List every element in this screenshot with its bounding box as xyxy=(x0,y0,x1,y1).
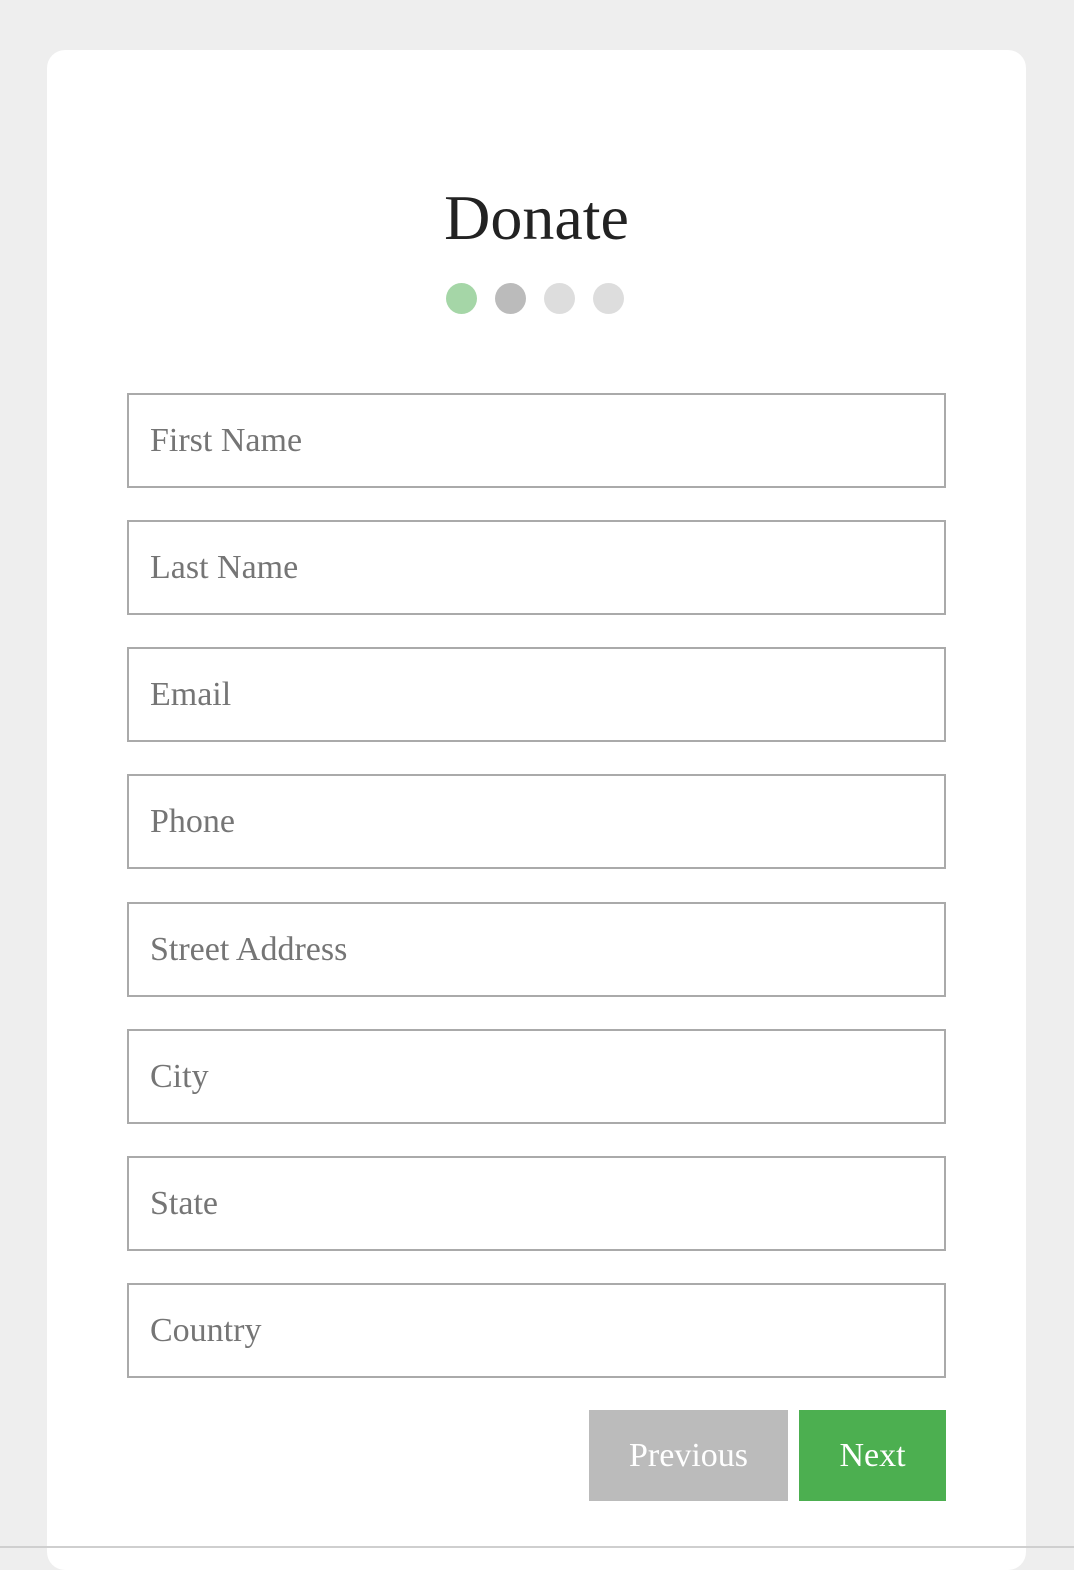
previous-button[interactable]: Previous xyxy=(589,1410,788,1501)
last-name-input[interactable] xyxy=(127,520,946,615)
next-button[interactable]: Next xyxy=(799,1410,946,1501)
state-input[interactable] xyxy=(127,1156,946,1251)
page-bottom-divider xyxy=(0,1546,1074,1548)
street-address-input[interactable] xyxy=(127,902,946,997)
country-input[interactable] xyxy=(127,1283,946,1378)
donate-form-card: Donate Previous Next xyxy=(47,50,1026,1570)
email-input[interactable] xyxy=(127,647,946,742)
city-input[interactable] xyxy=(127,1029,946,1124)
step-dot-3 xyxy=(544,283,575,314)
first-name-input[interactable] xyxy=(127,393,946,488)
step-dot-1 xyxy=(446,283,477,314)
step-dot-4 xyxy=(593,283,624,314)
step-dot-2 xyxy=(495,283,526,314)
step-indicator xyxy=(446,283,624,315)
phone-input[interactable] xyxy=(127,774,946,869)
form-title: Donate xyxy=(444,182,629,253)
